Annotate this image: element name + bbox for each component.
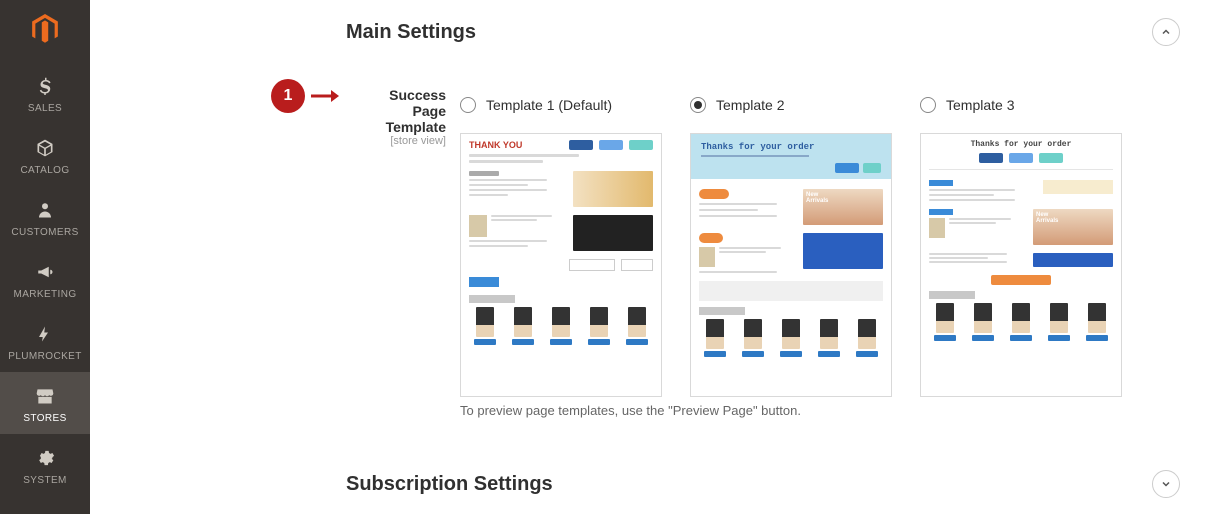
gear-icon bbox=[32, 445, 58, 471]
nav-home[interactable] bbox=[0, 0, 90, 62]
step-annotation: 1 bbox=[271, 79, 339, 113]
nav-customers[interactable]: CUSTOMERS bbox=[0, 186, 90, 248]
plumrocket-icon bbox=[32, 321, 58, 347]
radio-icon bbox=[460, 97, 476, 113]
field-label-line: Template bbox=[358, 119, 446, 135]
step-number-badge: 1 bbox=[271, 79, 305, 113]
stores-icon bbox=[32, 383, 58, 409]
megaphone-icon bbox=[32, 259, 58, 285]
section-title: Main Settings bbox=[346, 21, 476, 44]
templates-row: Template 1 (Default) THANK YOU bbox=[460, 99, 1120, 397]
section-title: Subscription Settings bbox=[346, 473, 553, 496]
dollar-icon bbox=[32, 73, 58, 99]
radio-icon bbox=[920, 97, 936, 113]
field-scope: [store view] bbox=[358, 135, 446, 148]
arrow-right-icon bbox=[311, 89, 339, 103]
template-label: Template 3 bbox=[946, 97, 1014, 113]
admin-sidebar: SALES CATALOG CUSTOMERS MARKETING PLUMRO… bbox=[0, 0, 90, 514]
template-label: Template 1 (Default) bbox=[486, 97, 612, 113]
field-label: Success Page Template [store view] bbox=[358, 87, 446, 148]
nav-catalog[interactable]: CATALOG bbox=[0, 124, 90, 186]
nav-label: SYSTEM bbox=[23, 475, 67, 486]
expand-icon[interactable] bbox=[1152, 470, 1180, 498]
radio-icon bbox=[690, 97, 706, 113]
nav-system[interactable]: SYSTEM bbox=[0, 434, 90, 496]
template-radio[interactable]: Template 1 (Default) bbox=[460, 97, 660, 113]
preview-title: Thanks for your order bbox=[701, 142, 881, 152]
main-content: Main Settings 1 Success Page Template [s… bbox=[90, 0, 1206, 514]
cube-icon bbox=[32, 135, 58, 161]
preview-title: Thanks for your order bbox=[921, 134, 1121, 149]
collapse-icon[interactable] bbox=[1152, 18, 1180, 46]
nav-label: SALES bbox=[28, 103, 62, 114]
nav-label: STORES bbox=[23, 413, 66, 424]
template-preview[interactable]: Thanks for your order NewArrivals bbox=[920, 133, 1122, 397]
template-option: Template 3 Thanks for your order NewArri… bbox=[920, 99, 1120, 397]
nav-label: CUSTOMERS bbox=[11, 227, 78, 238]
template-preview[interactable]: THANK YOU bbox=[460, 133, 662, 397]
template-preview[interactable]: Thanks for your order NewArrivals bbox=[690, 133, 892, 397]
nav-marketing[interactable]: MARKETING bbox=[0, 248, 90, 310]
person-icon bbox=[32, 197, 58, 223]
nav-label: MARKETING bbox=[13, 289, 76, 300]
template-option: Template 2 Thanks for your order NewArri… bbox=[690, 99, 890, 397]
nav-plumrocket[interactable]: PLUMROCKET bbox=[0, 310, 90, 372]
template-option: Template 1 (Default) THANK YOU bbox=[460, 99, 660, 397]
magento-logo-icon bbox=[32, 16, 58, 42]
template-radio[interactable]: Template 3 bbox=[920, 97, 1120, 113]
template-radio[interactable]: Template 2 bbox=[690, 97, 890, 113]
section-main-settings-header[interactable]: Main Settings bbox=[346, 18, 1180, 46]
nav-label: PLUMROCKET bbox=[8, 351, 81, 362]
field-label-line: Success Page bbox=[358, 87, 446, 119]
nav-stores[interactable]: STORES bbox=[0, 372, 90, 434]
template-label: Template 2 bbox=[716, 97, 784, 113]
nav-label: CATALOG bbox=[20, 165, 69, 176]
help-text: To preview page templates, use the "Prev… bbox=[460, 403, 801, 418]
section-subscription-settings-header[interactable]: Subscription Settings bbox=[346, 470, 1180, 498]
nav-sales[interactable]: SALES bbox=[0, 62, 90, 124]
preview-title: THANK YOU bbox=[469, 140, 563, 150]
